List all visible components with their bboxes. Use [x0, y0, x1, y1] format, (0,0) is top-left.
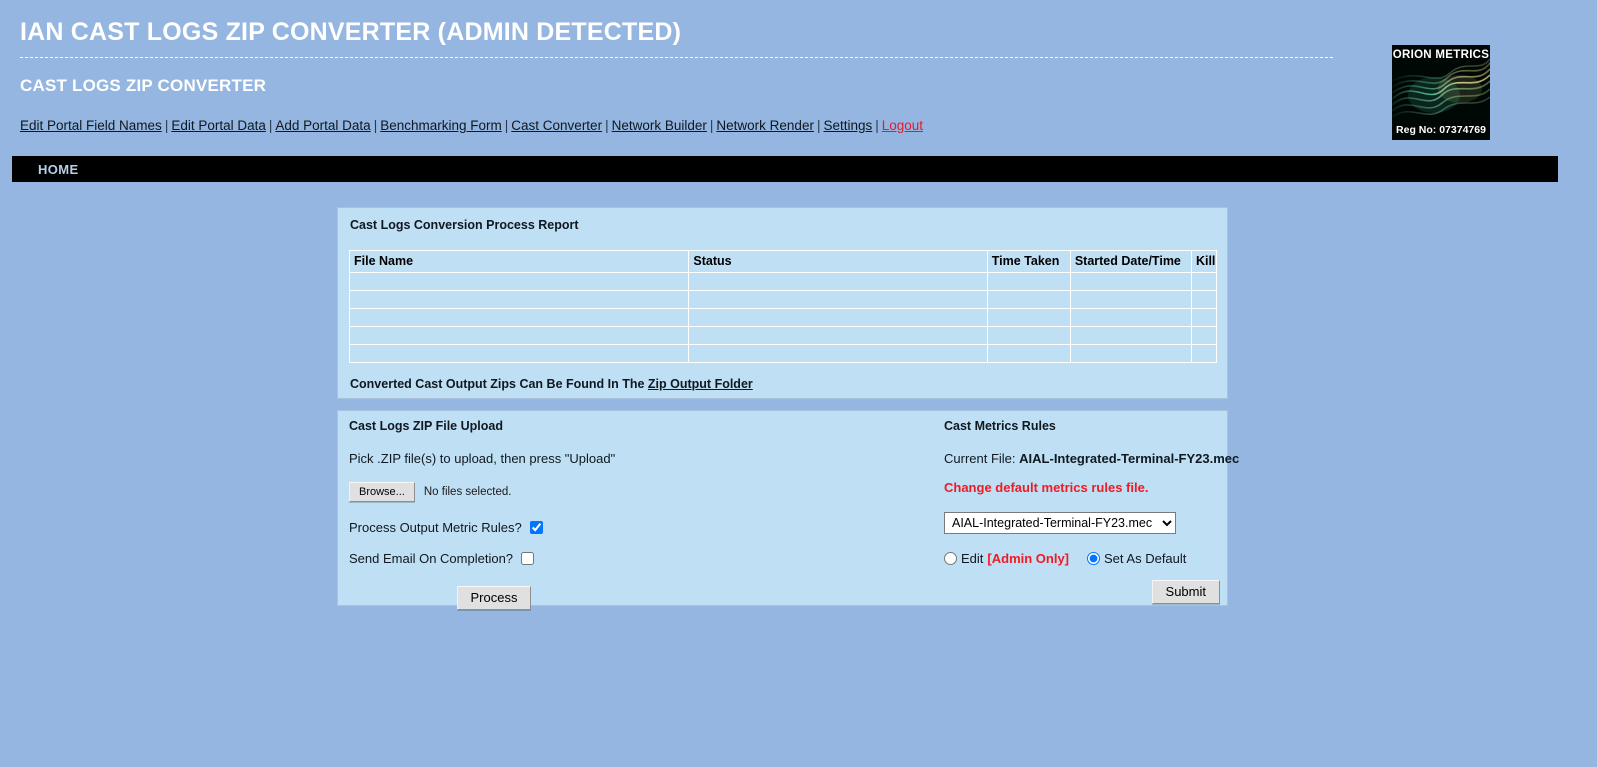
column-header-kill: Kill	[1191, 251, 1216, 272]
nav-link-add-portal-data[interactable]: Add Portal Data	[275, 118, 370, 133]
nav-link-edit-portal-data[interactable]: Edit Portal Data	[171, 118, 266, 133]
table-cell	[987, 327, 1070, 344]
send-email-checkbox[interactable]	[521, 552, 535, 565]
column-header-time-taken: Time Taken	[987, 251, 1070, 272]
process-metric-rules-label: Process Output Metric Rules?	[349, 520, 522, 535]
table-cell	[350, 273, 689, 290]
table-cell	[350, 327, 689, 344]
nav-separator: |	[504, 118, 509, 133]
table-cell	[987, 345, 1070, 362]
table-cell	[1191, 345, 1216, 362]
column-header-status: Status	[689, 251, 987, 272]
table-cell	[1070, 291, 1191, 308]
table-row	[350, 327, 1216, 344]
send-email-row: Send Email On Completion?	[349, 551, 779, 566]
table-cell	[1191, 273, 1216, 290]
menu-bar: HOME	[12, 156, 1558, 182]
nav-separator: |	[709, 118, 714, 133]
edit-radio[interactable]	[944, 552, 957, 565]
cast-metrics-rules-section: Cast Metrics Rules Current File: AIAL-In…	[944, 419, 1239, 604]
table-cell	[350, 291, 689, 308]
nav-separator: |	[373, 118, 378, 133]
page-title: IAN CAST LOGS ZIP CONVERTER (ADMIN DETEC…	[20, 18, 1333, 58]
set-as-default-label: Set As Default	[1104, 551, 1187, 566]
metrics-section-title: Cast Metrics Rules	[944, 419, 1056, 433]
page-subtitle: CAST LOGS ZIP CONVERTER	[20, 76, 267, 95]
logo-title: ORION METRICS	[1392, 49, 1490, 61]
nav-separator: |	[605, 118, 609, 133]
nav-link-network-builder[interactable]: Network Builder	[612, 118, 707, 133]
nav-link-logout[interactable]: Logout	[882, 118, 923, 133]
table-cell	[1070, 309, 1191, 326]
table-header-row: File Name Status Time Taken Started Date/Ti…	[350, 251, 1216, 272]
nav-separator: |	[268, 118, 273, 133]
current-file-label: Current File:	[944, 451, 1016, 466]
current-file-value: AIAL-Integrated-Terminal-FY23.mec	[1019, 451, 1240, 466]
table-cell	[1070, 345, 1191, 362]
file-selection-status: No files selected.	[423, 486, 512, 498]
table-row	[350, 273, 1216, 290]
zip-output-note: Converted Cast Output Zips Can Be Found …	[350, 377, 753, 391]
zip-output-note-text: Converted Cast Output Zips Can Be Found …	[350, 377, 648, 391]
table-row	[350, 309, 1216, 326]
submit-button-wrap: Submit	[944, 580, 1220, 604]
set-as-default-radio[interactable]	[1087, 552, 1101, 565]
edit-radio-label: Edit	[961, 551, 984, 566]
admin-only-badge: [Admin Only]	[987, 551, 1070, 566]
logo-registration-number: Reg No: 07374769	[1396, 124, 1486, 136]
table-cell	[689, 291, 987, 308]
rules-mode-radio-group: Edit [Admin Only] Set As Default	[944, 551, 1220, 566]
page-header: IAN CAST LOGS ZIP CONVERTER (ADMIN DETEC…	[0, 0, 1597, 133]
table-cell	[987, 273, 1070, 290]
process-metric-rules-checkbox[interactable]	[529, 521, 543, 534]
table-cell	[689, 309, 987, 326]
browse-button[interactable]: Browse...	[349, 482, 415, 502]
table-cell	[689, 327, 987, 344]
process-metric-rules-row: Process Output Metric Rules?	[349, 520, 779, 535]
send-email-label: Send Email On Completion?	[349, 551, 514, 566]
file-picker-row: Browse... No files selected.	[349, 482, 779, 502]
table-cell	[350, 309, 689, 326]
current-file-row: Current File: AIAL-Integrated-Terminal-F…	[944, 451, 1239, 466]
menu-item-home[interactable]: HOME	[38, 162, 79, 177]
nav-separator: |	[164, 118, 169, 133]
zip-output-folder-link[interactable]: Zip Output Folder	[648, 377, 753, 391]
table-cell	[350, 345, 689, 362]
table-cell	[987, 291, 1070, 308]
report-panel-title: Cast Logs Conversion Process Report	[350, 218, 579, 232]
nav-link-cast-converter[interactable]: Cast Converter	[511, 118, 602, 133]
table-cell	[1191, 327, 1216, 344]
column-header-started-date-time: Started Date/Time	[1070, 251, 1191, 272]
nav-link-settings[interactable]: Settings	[823, 118, 872, 133]
nav-link-benchmarking-form[interactable]: Benchmarking Form	[380, 118, 502, 133]
change-default-note: Change default metrics rules file.	[944, 480, 1149, 495]
table-cell	[689, 345, 987, 362]
table-cell	[689, 273, 987, 290]
table-cell	[1191, 291, 1216, 308]
metrics-rules-select[interactable]: AIAL-Integrated-Terminal-FY23.mec	[944, 512, 1176, 534]
conversion-report-table: File Name Status Time Taken Started Date/Ti…	[349, 250, 1217, 363]
process-button[interactable]: Process	[456, 586, 532, 610]
nav-link-edit-portal-field-names[interactable]: Edit Portal Field Names	[20, 118, 162, 133]
process-button-wrap: Process	[349, 586, 779, 610]
nav-separator: |	[875, 118, 879, 133]
table-cell	[987, 309, 1070, 326]
table-row	[350, 345, 1216, 362]
table-cell	[1070, 273, 1191, 290]
column-header-file-name: File Name	[350, 251, 689, 272]
nav-link-network-render[interactable]: Network Render	[716, 118, 814, 133]
primary-nav: Edit Portal Field Names | Edit Portal Data…	[20, 118, 1577, 133]
table-row	[350, 291, 1216, 308]
upload-section-title: Cast Logs ZIP File Upload	[349, 419, 503, 433]
forms-panel: Cast Logs ZIP File Upload Pick .ZIP file…	[337, 410, 1239, 610]
upload-hint-text: Pick .ZIP file(s) to upload, then press …	[349, 451, 616, 466]
conversion-report-panel: Cast Logs Conversion Process Report File…	[337, 207, 1228, 399]
orion-metrics-logo: ORION METRICS Reg No: 07374769	[1392, 45, 1490, 140]
table-cell	[1070, 327, 1191, 344]
zip-upload-section: Cast Logs ZIP File Upload Pick .ZIP file…	[349, 419, 779, 610]
submit-button[interactable]: Submit	[1151, 580, 1220, 604]
table-cell	[1191, 309, 1216, 326]
